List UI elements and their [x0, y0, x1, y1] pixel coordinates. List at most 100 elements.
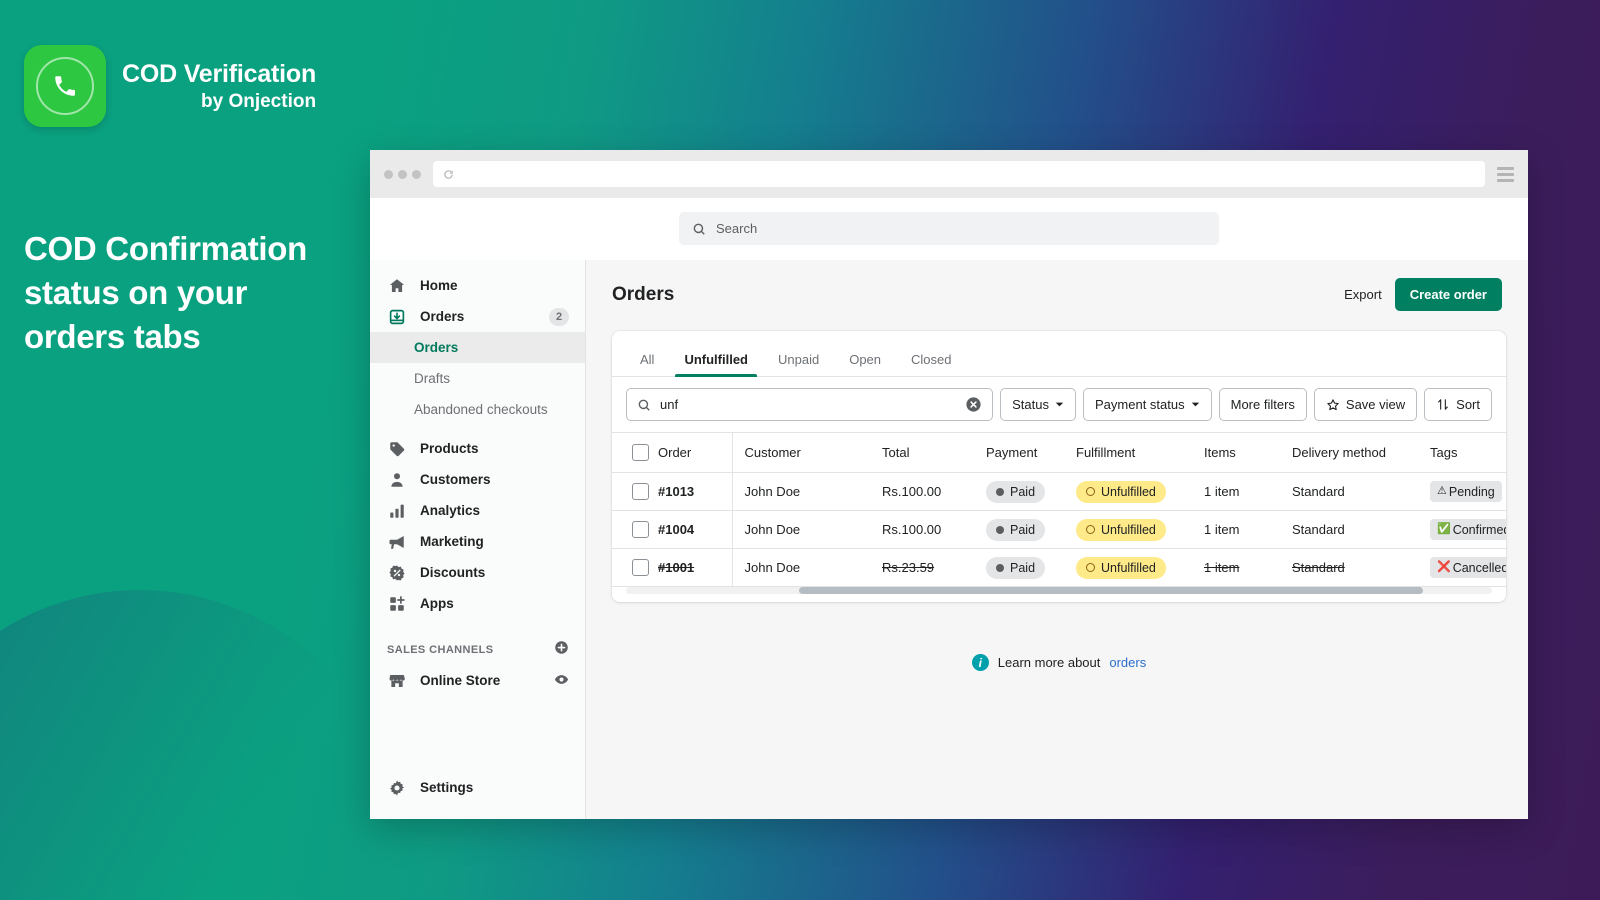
plus-circle-icon[interactable] [554, 640, 569, 660]
tab-all[interactable]: All [626, 352, 668, 376]
tab-closed[interactable]: Closed [897, 352, 965, 376]
create-order-button[interactable]: Create order [1394, 278, 1502, 311]
app-body: Home Orders 2 Orders Drafts Abandoned ch… [370, 260, 1528, 819]
sidebar-footer: Settings [370, 772, 585, 819]
cell-fulfillment: Unfulfilled [1076, 473, 1204, 511]
cell-fulfillment: Unfulfilled [1076, 549, 1204, 587]
promo-headline: COD Confirmation status on your orders t… [24, 230, 308, 355]
orders-inbox-icon [387, 307, 406, 326]
row-select-cell [612, 549, 658, 587]
clear-circle-icon[interactable] [965, 396, 982, 413]
hamburger-menu-icon[interactable] [1497, 166, 1514, 182]
horizontal-scrollbar-thumb[interactable] [799, 587, 1423, 594]
cell-order: #1013 [658, 484, 695, 499]
product-tag-icon [387, 439, 406, 458]
sort-button[interactable]: Sort [1424, 388, 1492, 421]
th-total: Total [882, 432, 986, 473]
more-filters-label: More filters [1230, 397, 1295, 412]
eye-icon[interactable] [554, 672, 569, 690]
save-view-label: Save view [1345, 397, 1406, 412]
window-minimize-dot[interactable] [398, 169, 407, 179]
orders-search-input[interactable]: unf [626, 388, 994, 421]
cell-items: 1 item [1204, 484, 1240, 499]
row-checkbox[interactable] [632, 521, 649, 538]
status-dot-icon [996, 563, 1004, 572]
phone-call-icon [36, 57, 94, 115]
sidebar-item-discounts[interactable]: Discounts [370, 557, 585, 588]
browser-url-bar[interactable] [433, 161, 1485, 187]
window-maximize-dot[interactable] [412, 169, 421, 179]
order-tag-cancelled: ❌ Cancelled [1430, 557, 1506, 578]
orders-count-badge: 2 [549, 307, 569, 326]
table-row[interactable]: #1001 John Doe Rs.23.59 Paid Unfulfilled… [612, 548, 1506, 587]
status-dot-icon [996, 487, 1004, 496]
window-close-dot[interactable] [384, 169, 393, 179]
sidebar-label-marketing: Marketing [420, 534, 484, 549]
sidebar-sublabel-abandoned: Abandoned checkouts [414, 402, 548, 417]
sidebar-item-settings[interactable]: Settings [370, 772, 585, 803]
tab-unfulfilled[interactable]: Unfulfilled [670, 352, 762, 377]
cell-total: Rs.100.00 [882, 522, 942, 537]
cross-mark-icon: ❌ [1437, 561, 1451, 573]
tab-unpaid[interactable]: Unpaid [764, 352, 833, 376]
sidebar-item-home[interactable]: Home [370, 270, 585, 301]
table-scroll-area [612, 587, 1506, 602]
order-tag-label: Cancelled [1452, 560, 1506, 575]
horizontal-scrollbar-track[interactable] [626, 587, 1492, 594]
sidebar-subitem-orders[interactable]: Orders [370, 332, 585, 363]
discount-percent-icon [387, 563, 406, 582]
select-all-cell [612, 432, 658, 473]
sidebar-item-apps[interactable]: Apps [370, 588, 585, 619]
save-view-button[interactable]: Save view [1313, 388, 1418, 421]
sidebar-sublabel-drafts: Drafts [414, 371, 451, 386]
page-actions: Export Create order [1344, 278, 1502, 311]
gear-icon [387, 778, 406, 797]
row-checkbox[interactable] [632, 483, 649, 500]
sidebar-item-analytics[interactable]: Analytics [370, 495, 585, 526]
person-icon [387, 470, 406, 489]
orders-tabs: All Unfulfilled Unpaid Open Closed [612, 331, 1506, 377]
more-filters-button[interactable]: More filters [1218, 388, 1307, 421]
cell-tags: ⚠ Pending [1430, 473, 1506, 511]
sidebar-label-orders: Orders [420, 309, 465, 324]
promo-left-panel: COD Verification by Onjection COD Confir… [0, 0, 380, 900]
payment-status-filter-button[interactable]: Payment status [1083, 388, 1212, 421]
megaphone-icon [387, 532, 406, 551]
warning-triangle-icon: ⚠ [1437, 485, 1447, 497]
filter-row: unf Status Payment status More filters S… [612, 377, 1506, 432]
sidebar-label-home: Home [420, 278, 458, 293]
main-content: Orders Export Create order All Unfulfill… [586, 260, 1528, 819]
cell-order: #1001 [658, 560, 695, 575]
tab-open[interactable]: Open [835, 352, 895, 376]
orders-search-value: unf [660, 397, 679, 412]
th-tags: Tags [1430, 432, 1506, 473]
cell-delivery-method: Standard [1292, 560, 1345, 575]
select-all-checkbox[interactable] [632, 444, 649, 461]
payment-status-label: Paid [1010, 560, 1036, 575]
export-button[interactable]: Export [1344, 287, 1382, 302]
bar-chart-icon [387, 501, 406, 520]
global-search-input[interactable]: Search [679, 212, 1219, 245]
status-filter-button[interactable]: Status [1000, 388, 1076, 421]
sidebar-subitem-abandoned-checkouts[interactable]: Abandoned checkouts [370, 394, 585, 425]
row-checkbox[interactable] [632, 559, 649, 576]
brand-subtitle: by Onjection [201, 90, 317, 112]
page-title: Orders [612, 283, 675, 305]
table-row[interactable]: #1004 John Doe Rs.100.00 Paid Unfulfille… [612, 510, 1506, 549]
table-row[interactable]: #1013 John Doe Rs.100.00 Paid Unfulfille… [612, 472, 1506, 511]
window-traffic-lights[interactable] [384, 169, 421, 179]
fulfillment-status-badge: Unfulfilled [1076, 480, 1166, 503]
home-icon [387, 276, 406, 295]
status-ring-icon [1086, 563, 1095, 572]
learn-more-text: Learn more about [997, 655, 1101, 670]
sidebar-label-customers: Customers [420, 472, 491, 487]
orders-help-link[interactable]: orders [1109, 655, 1146, 670]
sidebar-item-orders[interactable]: Orders 2 [370, 301, 585, 332]
order-tag-label: Pending [1448, 484, 1495, 499]
sidebar-item-customers[interactable]: Customers [370, 464, 585, 495]
sidebar-subitem-drafts[interactable]: Drafts [370, 363, 585, 394]
sidebar-item-products[interactable]: Products [370, 433, 585, 464]
search-icon [693, 223, 705, 235]
sidebar-item-marketing[interactable]: Marketing [370, 526, 585, 557]
sidebar-item-online-store[interactable]: Online Store [370, 665, 585, 696]
